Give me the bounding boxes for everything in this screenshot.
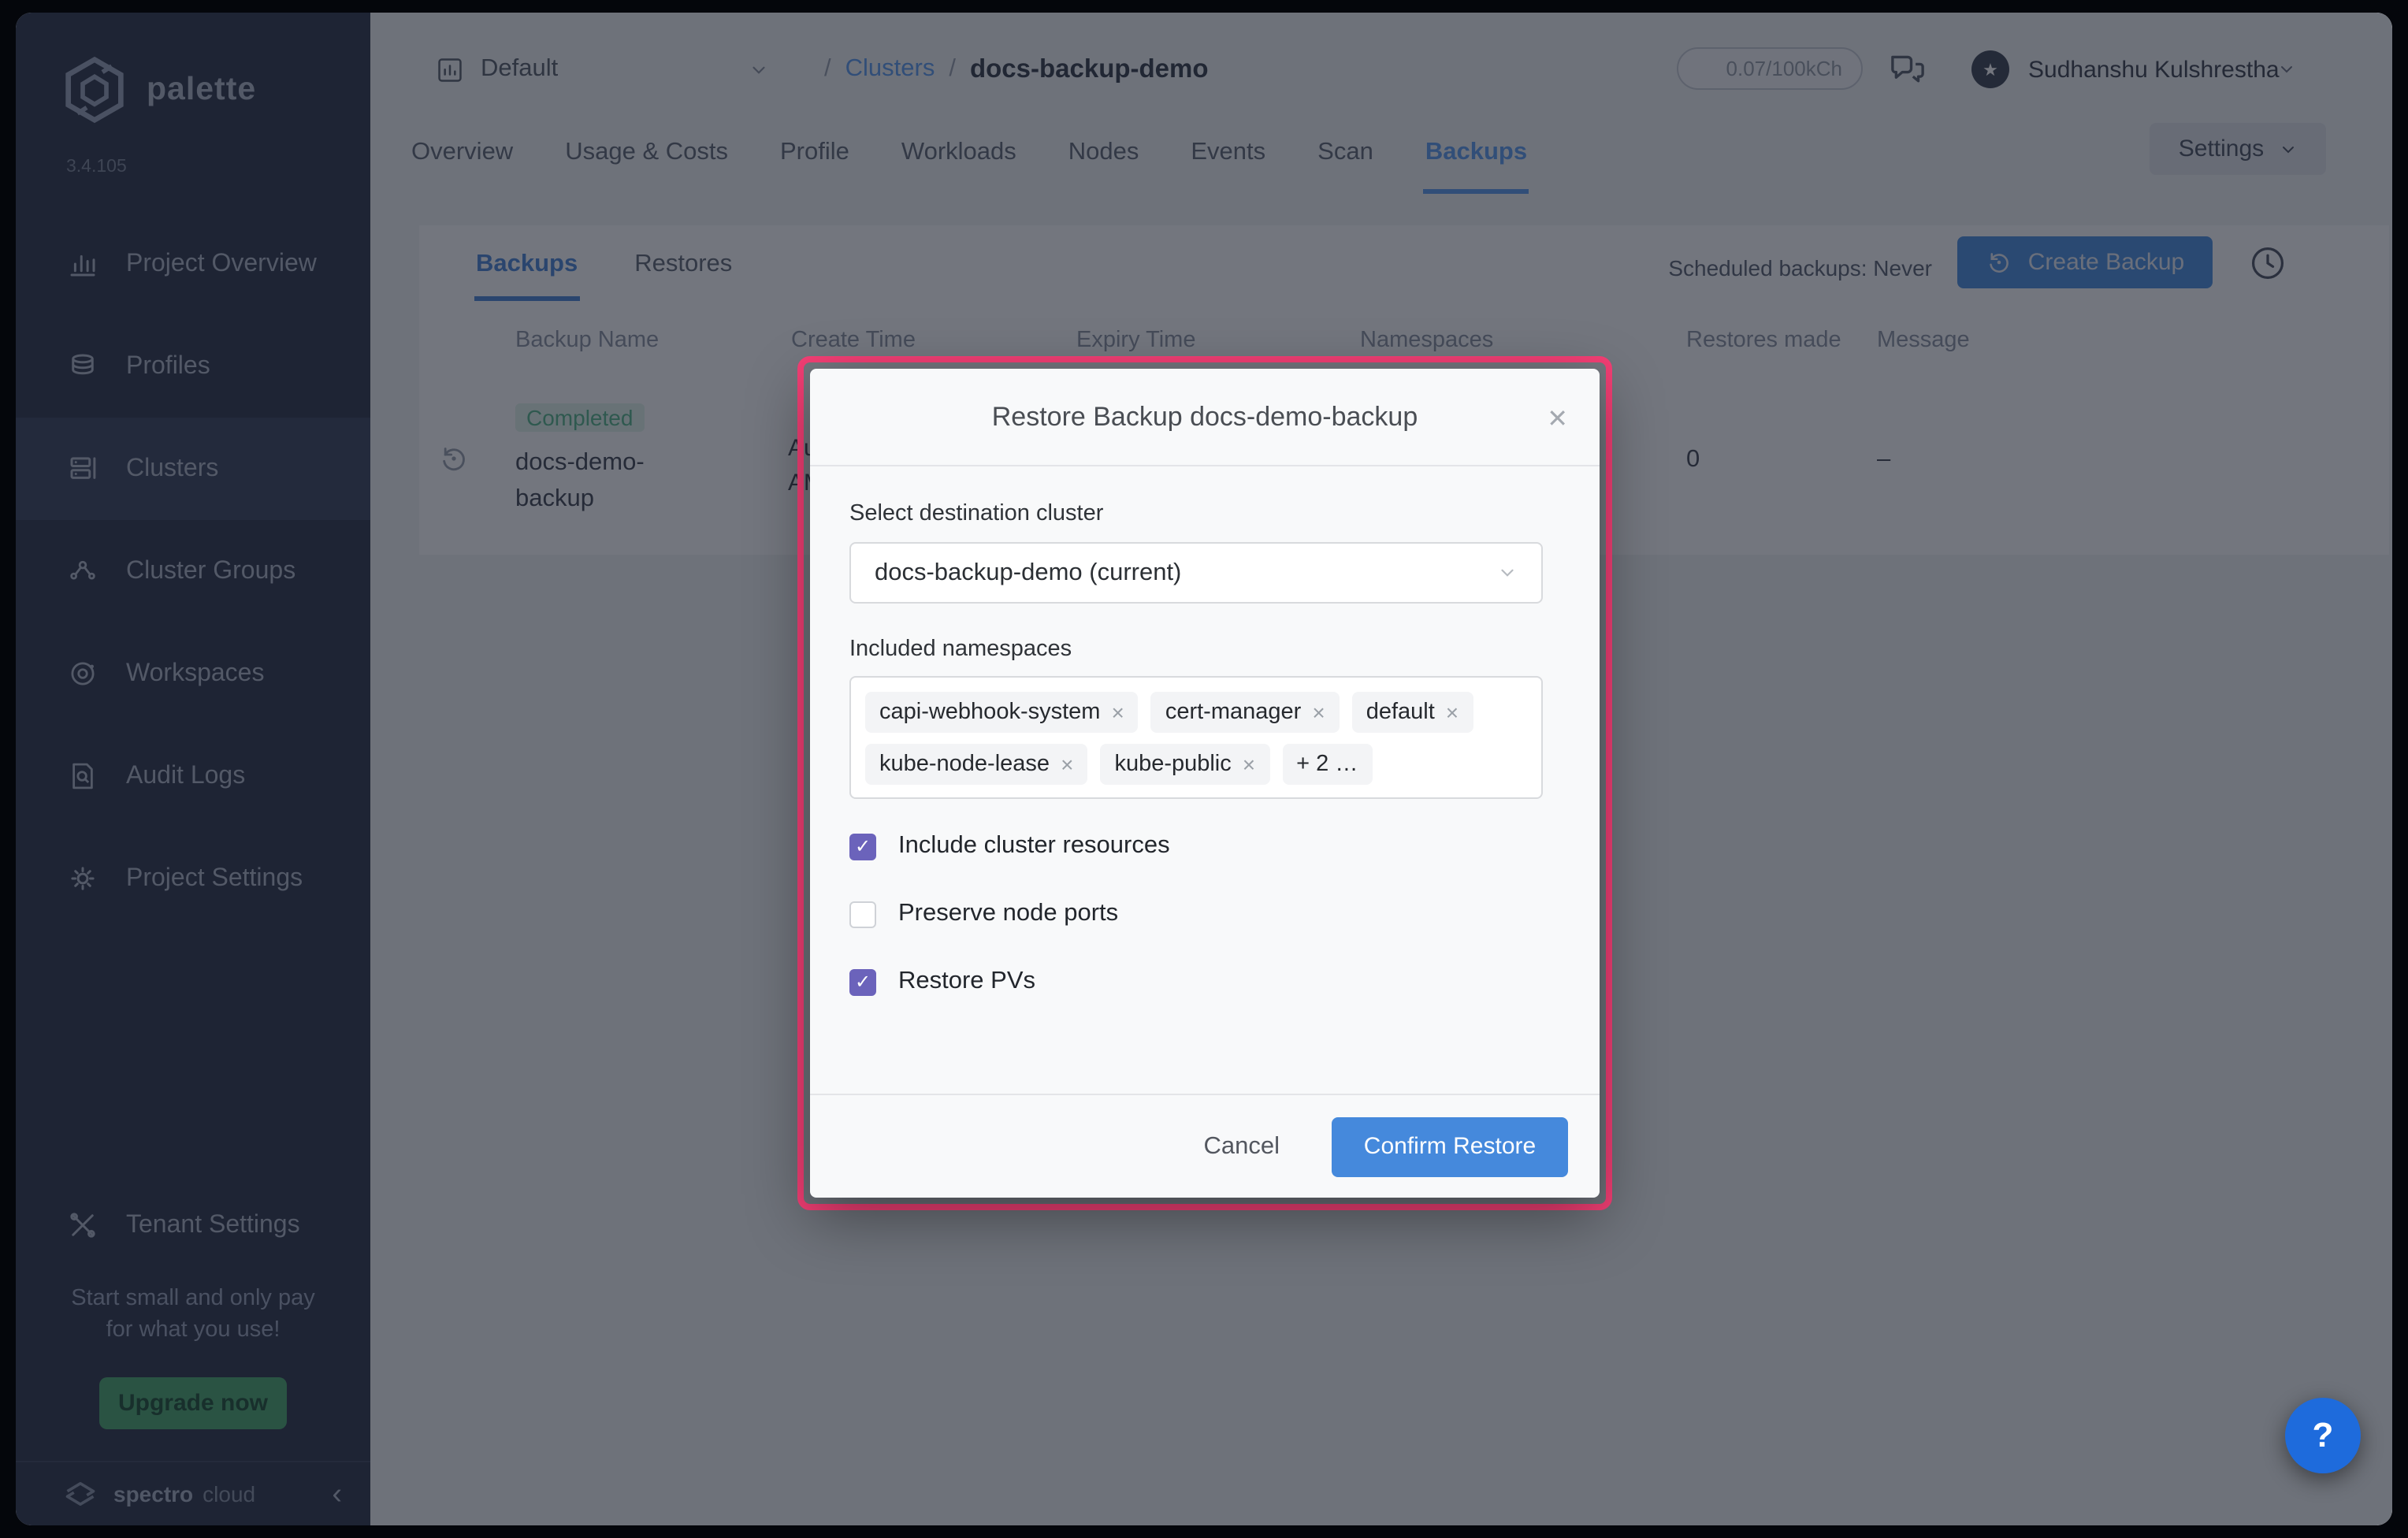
restore-pvs-checkbox[interactable]: ✓ [849,968,876,995]
modal-footer: Cancel Confirm Restore [810,1094,1600,1198]
destination-cluster-value: docs-backup-demo (current) [875,559,1181,587]
preserve-node-ports-checkbox[interactable]: ✓ [849,901,876,927]
modal-header: Restore Backup docs-demo-backup ✕ [810,369,1600,466]
namespace-tag: cert-manager × [1151,692,1340,733]
remove-tag-icon[interactable]: × [1061,752,1073,777]
confirm-restore-button[interactable]: Confirm Restore [1332,1116,1568,1176]
help-button[interactable]: ? [2285,1398,2361,1473]
namespace-more-tag[interactable]: + 2 … [1282,744,1372,785]
checkbox-label: Preserve node ports [898,900,1118,928]
destination-cluster-label: Select destination cluster [849,501,1103,526]
remove-tag-icon[interactable]: × [1111,700,1124,725]
include-cluster-resources-checkbox[interactable]: ✓ [849,833,876,860]
namespace-tag: capi-webhook-system × [865,692,1139,733]
remove-tag-icon[interactable]: × [1243,752,1255,777]
namespace-tag: default × [1352,692,1473,733]
close-icon[interactable]: ✕ [1547,403,1568,435]
included-namespaces-label: Included namespaces [849,637,1072,662]
destination-cluster-select[interactable]: docs-backup-demo (current) [849,542,1543,604]
remove-tag-icon[interactable]: × [1446,700,1459,725]
screenshot-stage: palette 3.4.105 Project Overview [0,0,2408,1538]
namespace-tag: kube-node-lease × [865,744,1087,785]
palette-app-window: palette 3.4.105 Project Overview [16,13,2392,1525]
checkbox-label: Restore PVs [898,968,1035,996]
included-namespaces-field[interactable]: capi-webhook-system × cert-manager × def… [849,676,1543,799]
preserve-node-ports-row: ✓ Preserve node ports [849,900,1118,928]
modal-title: Restore Backup docs-demo-backup [992,401,1418,433]
checkbox-label: Include cluster resources [898,832,1170,860]
restore-backup-modal: Restore Backup docs-demo-backup ✕ Select… [810,369,1600,1198]
remove-tag-icon[interactable]: × [1312,700,1325,725]
include-cluster-resources-row: ✓ Include cluster resources [849,832,1170,860]
chevron-down-icon [1497,563,1518,583]
restore-pvs-row: ✓ Restore PVs [849,968,1035,996]
namespace-tag: kube-public × [1100,744,1269,785]
cancel-button[interactable]: Cancel [1195,1131,1290,1162]
annotation-highlight-frame: Restore Backup docs-demo-backup ✕ Select… [797,356,1612,1210]
